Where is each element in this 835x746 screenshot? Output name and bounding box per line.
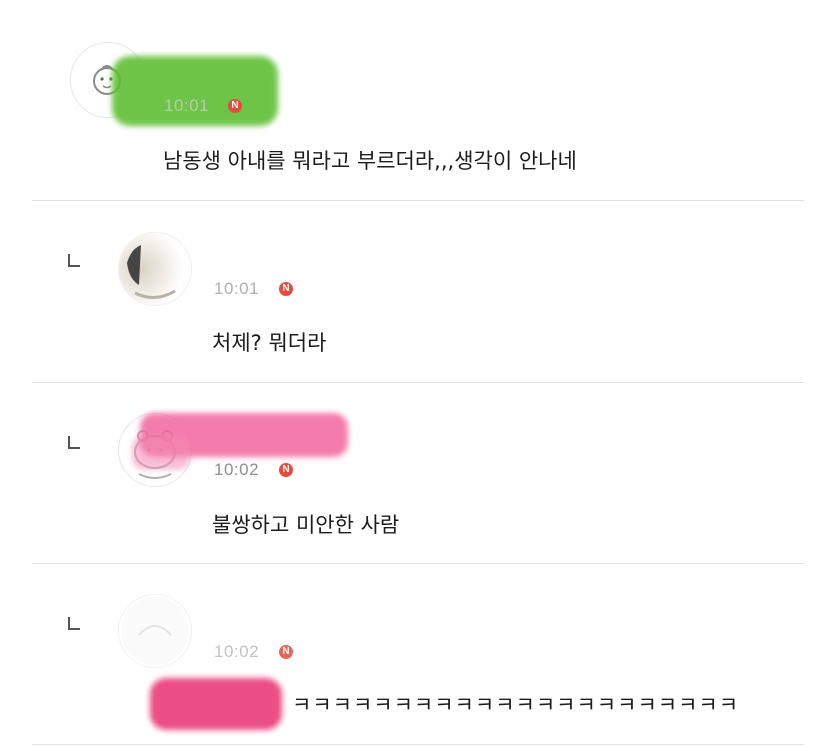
divider [32, 200, 804, 201]
redacted-avatar-overlay [132, 436, 190, 470]
redacted-mention [150, 678, 282, 730]
photo-avatar-icon [119, 233, 191, 305]
reply-corner-icon [68, 254, 80, 267]
new-badge-icon: N [228, 99, 242, 113]
comment-time: 10:01 [214, 279, 260, 298]
faded-avatar-icon [121, 597, 189, 665]
comment-text: ㅋㅋㅋㅋㅋㅋㅋㅋㅋㅋㅋㅋㅋㅋㅋㅋㅋㅋㅋㅋㅋㅋ [292, 693, 740, 717]
new-badge-icon: N [279, 645, 293, 659]
comment-text: 처제? 뭐더라 [212, 331, 327, 355]
divider [32, 563, 804, 564]
comment-text: 불쌍하고 미안한 사람 [212, 513, 400, 537]
avatar[interactable] [118, 232, 192, 306]
avatar[interactable] [118, 594, 192, 668]
comment-time: 10:02 [214, 460, 260, 479]
new-badge-icon: N [279, 463, 293, 477]
comment-time: 10:01 [164, 96, 210, 115]
reply-corner-icon [68, 436, 80, 449]
reply-corner-icon [68, 617, 80, 630]
comment-time: 10:02 [214, 642, 260, 661]
comment-text: 남동생 아내를 뭐라고 부르더라,,,생각이 안나네 [163, 149, 577, 173]
divider [32, 382, 804, 383]
comment-thread: 10:01 N 남동생 아내를 뭐라고 부르더라,,,생각이 안나네 10:01… [0, 0, 835, 746]
divider [32, 744, 804, 745]
new-badge-icon: N [279, 282, 293, 296]
